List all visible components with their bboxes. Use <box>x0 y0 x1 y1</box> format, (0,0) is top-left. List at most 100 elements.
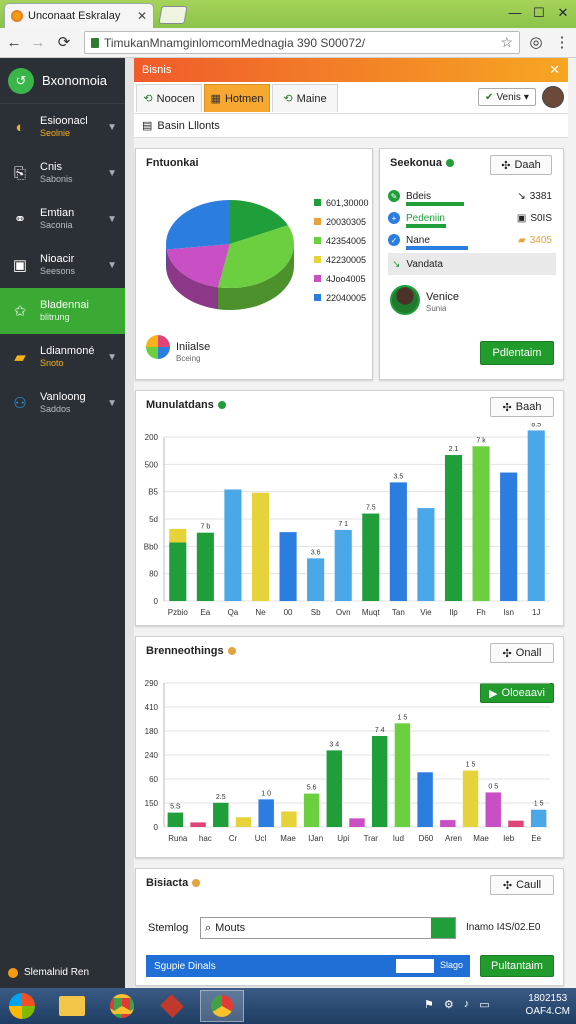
summary-row-bar <box>406 202 464 206</box>
data-label: 0 5 <box>488 783 498 790</box>
brand-name: Bxonomoia <box>42 73 108 88</box>
data-label: 8.5 <box>531 423 541 428</box>
reload-icon[interactable]: ⟳ <box>54 33 74 53</box>
x-tick-label: Ucl <box>255 834 267 843</box>
bottom-primary-button[interactable]: Pultantaim <box>480 955 554 977</box>
new-tab-button[interactable] <box>158 6 188 24</box>
grid-icon: ▦ <box>210 93 221 105</box>
edit-icon: ✎ <box>388 190 400 202</box>
maximize-icon[interactable]: ☐ <box>530 4 548 22</box>
breadcrumb: ▤ Basin Lllonts <box>134 114 568 138</box>
sidebar-item-2[interactable]: ⎘ Cnis Sabonis ▼ <box>0 150 125 196</box>
tab-1[interactable]: ⟲ Noocen <box>136 84 202 112</box>
taskbar-chrome[interactable] <box>100 990 144 1022</box>
panel-close-icon[interactable]: ✕ <box>549 62 560 78</box>
data-label: 3.6 <box>311 549 321 556</box>
sidebar-item-1[interactable]: ◐ Esioonacl Seolnie ▼ <box>0 104 125 150</box>
network-icon[interactable]: ⚙ <box>444 998 454 1011</box>
x-tick-label: Ieb <box>503 834 515 843</box>
window-close-icon[interactable]: ✕ <box>554 4 572 22</box>
avatar[interactable] <box>542 86 564 108</box>
link-icon: ⚭ <box>13 211 27 228</box>
calendar-icon: ▤ <box>142 120 153 132</box>
data-label: 1 0 <box>261 790 271 797</box>
legend-label: 42354005 <box>326 235 367 246</box>
summary-row-2[interactable]: + Pedeniin ▣ S0IS <box>388 207 556 229</box>
address-bar[interactable]: TimukanMnamginlomcomMednagia 390 S00072/… <box>84 31 520 54</box>
tab-label: Noocen <box>156 92 195 105</box>
y-tick-label: B5 <box>148 488 158 497</box>
refresh-icon: ⟲ <box>143 93 153 105</box>
bottom-card-title: Bisiacta <box>146 877 201 889</box>
back-arrow-icon[interactable]: ← <box>4 33 24 53</box>
browser-tab[interactable]: Unconaat Eskralay ✕ <box>4 3 154 28</box>
chart2-button[interactable]: ✣ Onall <box>490 643 554 663</box>
summary-row-3[interactable]: ✓ Nane ▰ 3405 <box>388 229 556 251</box>
minimize-icon[interactable]: — <box>506 4 524 22</box>
chevron-down-icon: ▾ <box>523 91 529 103</box>
chart2-button-label: Onall <box>515 647 542 659</box>
close-tab-icon[interactable]: ✕ <box>137 9 147 23</box>
tab-2[interactable]: ▦ Hotmen <box>204 84 270 112</box>
battery-icon[interactable]: ▭ <box>479 998 489 1011</box>
tab-3[interactable]: ⟲ Maine <box>272 84 338 112</box>
browser-tab-title: Unconaat Eskralay <box>28 10 121 22</box>
flag-icon[interactable]: ⚑ <box>424 998 434 1011</box>
legend-label: 20030305 <box>326 216 367 227</box>
search-go-button[interactable] <box>431 918 455 938</box>
user-select[interactable]: ✔ Venis ▾ <box>478 88 536 106</box>
bookmark-star-icon[interactable]: ☆ <box>500 34 513 51</box>
forward-arrow-icon[interactable]: → <box>28 33 48 53</box>
clock-time: 1802153 <box>528 993 568 1004</box>
sidebar-item-7[interactable]: ⚇ Vanloong Saddos ▼ <box>0 380 125 426</box>
extension-icon[interactable]: ◎ <box>526 33 546 53</box>
pie-legend: 601,30000 20030305 42354005 42230005 4Joo400… <box>314 193 372 307</box>
summary-row-bar <box>406 224 446 228</box>
sidebar-item-5[interactable]: ✩ Bladennai blitrung <box>0 288 125 334</box>
chrome-icon <box>211 995 233 1017</box>
tab-label: Hotmen <box>224 92 264 105</box>
sidebar-item-6[interactable]: ▰ Ldianmoné Snoto ▼ <box>0 334 125 380</box>
site-favicon-icon <box>11 10 23 22</box>
menu-dots-icon[interactable]: ⋮ <box>552 33 572 53</box>
secure-lock-icon <box>91 37 99 48</box>
volume-icon[interactable]: ♪ <box>464 998 470 1011</box>
y-tick-label: 500 <box>145 460 159 469</box>
start-button[interactable] <box>0 990 44 1022</box>
bar <box>190 822 206 827</box>
bar <box>224 489 242 601</box>
data-label: 2.5 <box>216 794 226 801</box>
sidebar-item-4[interactable]: ▣ Nioacir Seesons ▼ <box>0 242 125 288</box>
search-field[interactable]: ⌕ Mouts <box>200 917 456 939</box>
summary-row-1[interactable]: ✎ Bdeis ↘ 3381 <box>388 185 556 207</box>
chart1-button-label: Baah <box>515 401 542 413</box>
x-tick-label: Tan <box>392 608 405 617</box>
sidebar-scrollbar[interactable] <box>125 58 134 988</box>
summary-primary-button[interactable]: Pdlentaim <box>480 341 554 365</box>
system-clock[interactable]: 1802153 OAF4.CM <box>526 992 570 1018</box>
summary-row-4[interactable]: ↘ Vandata <box>388 253 556 275</box>
legend-swatch <box>314 199 321 206</box>
plus-icon: ✣ <box>502 401 512 414</box>
bar <box>334 529 352 601</box>
taskbar-explorer[interactable] <box>50 990 94 1022</box>
sidebar-item-label: Nioacir <box>40 253 75 265</box>
banner-input[interactable] <box>396 959 434 973</box>
chart1-button[interactable]: ✣ Baah <box>490 397 554 417</box>
sidebar-item-sub: Seolnie <box>40 128 71 138</box>
taskbar-app[interactable] <box>150 990 194 1022</box>
data-label: 7 1 <box>338 521 348 528</box>
taskbar-chrome-active[interactable] <box>200 990 244 1022</box>
bottom-button[interactable]: ✣ Caull <box>490 875 554 895</box>
sidebar-brand[interactable]: ↺ Bxonomoia <box>0 58 125 104</box>
x-tick-label: Ovn <box>336 608 351 617</box>
data-label: 1 5 <box>398 714 408 721</box>
x-tick-label: Iud <box>393 834 404 843</box>
bar <box>371 735 388 827</box>
summary-action-button[interactable]: ✣ Daah <box>490 155 552 175</box>
sidebar-footer[interactable]: Slemalnid Ren <box>8 967 89 978</box>
sidebar-item-3[interactable]: ⚭ Emtian Saconia ▼ <box>0 196 125 242</box>
chart-icon: ↘ <box>517 190 526 202</box>
progress-banner[interactable]: Sgupie Dinals Slago <box>146 955 470 977</box>
search-icon: ⌕ <box>205 921 212 934</box>
